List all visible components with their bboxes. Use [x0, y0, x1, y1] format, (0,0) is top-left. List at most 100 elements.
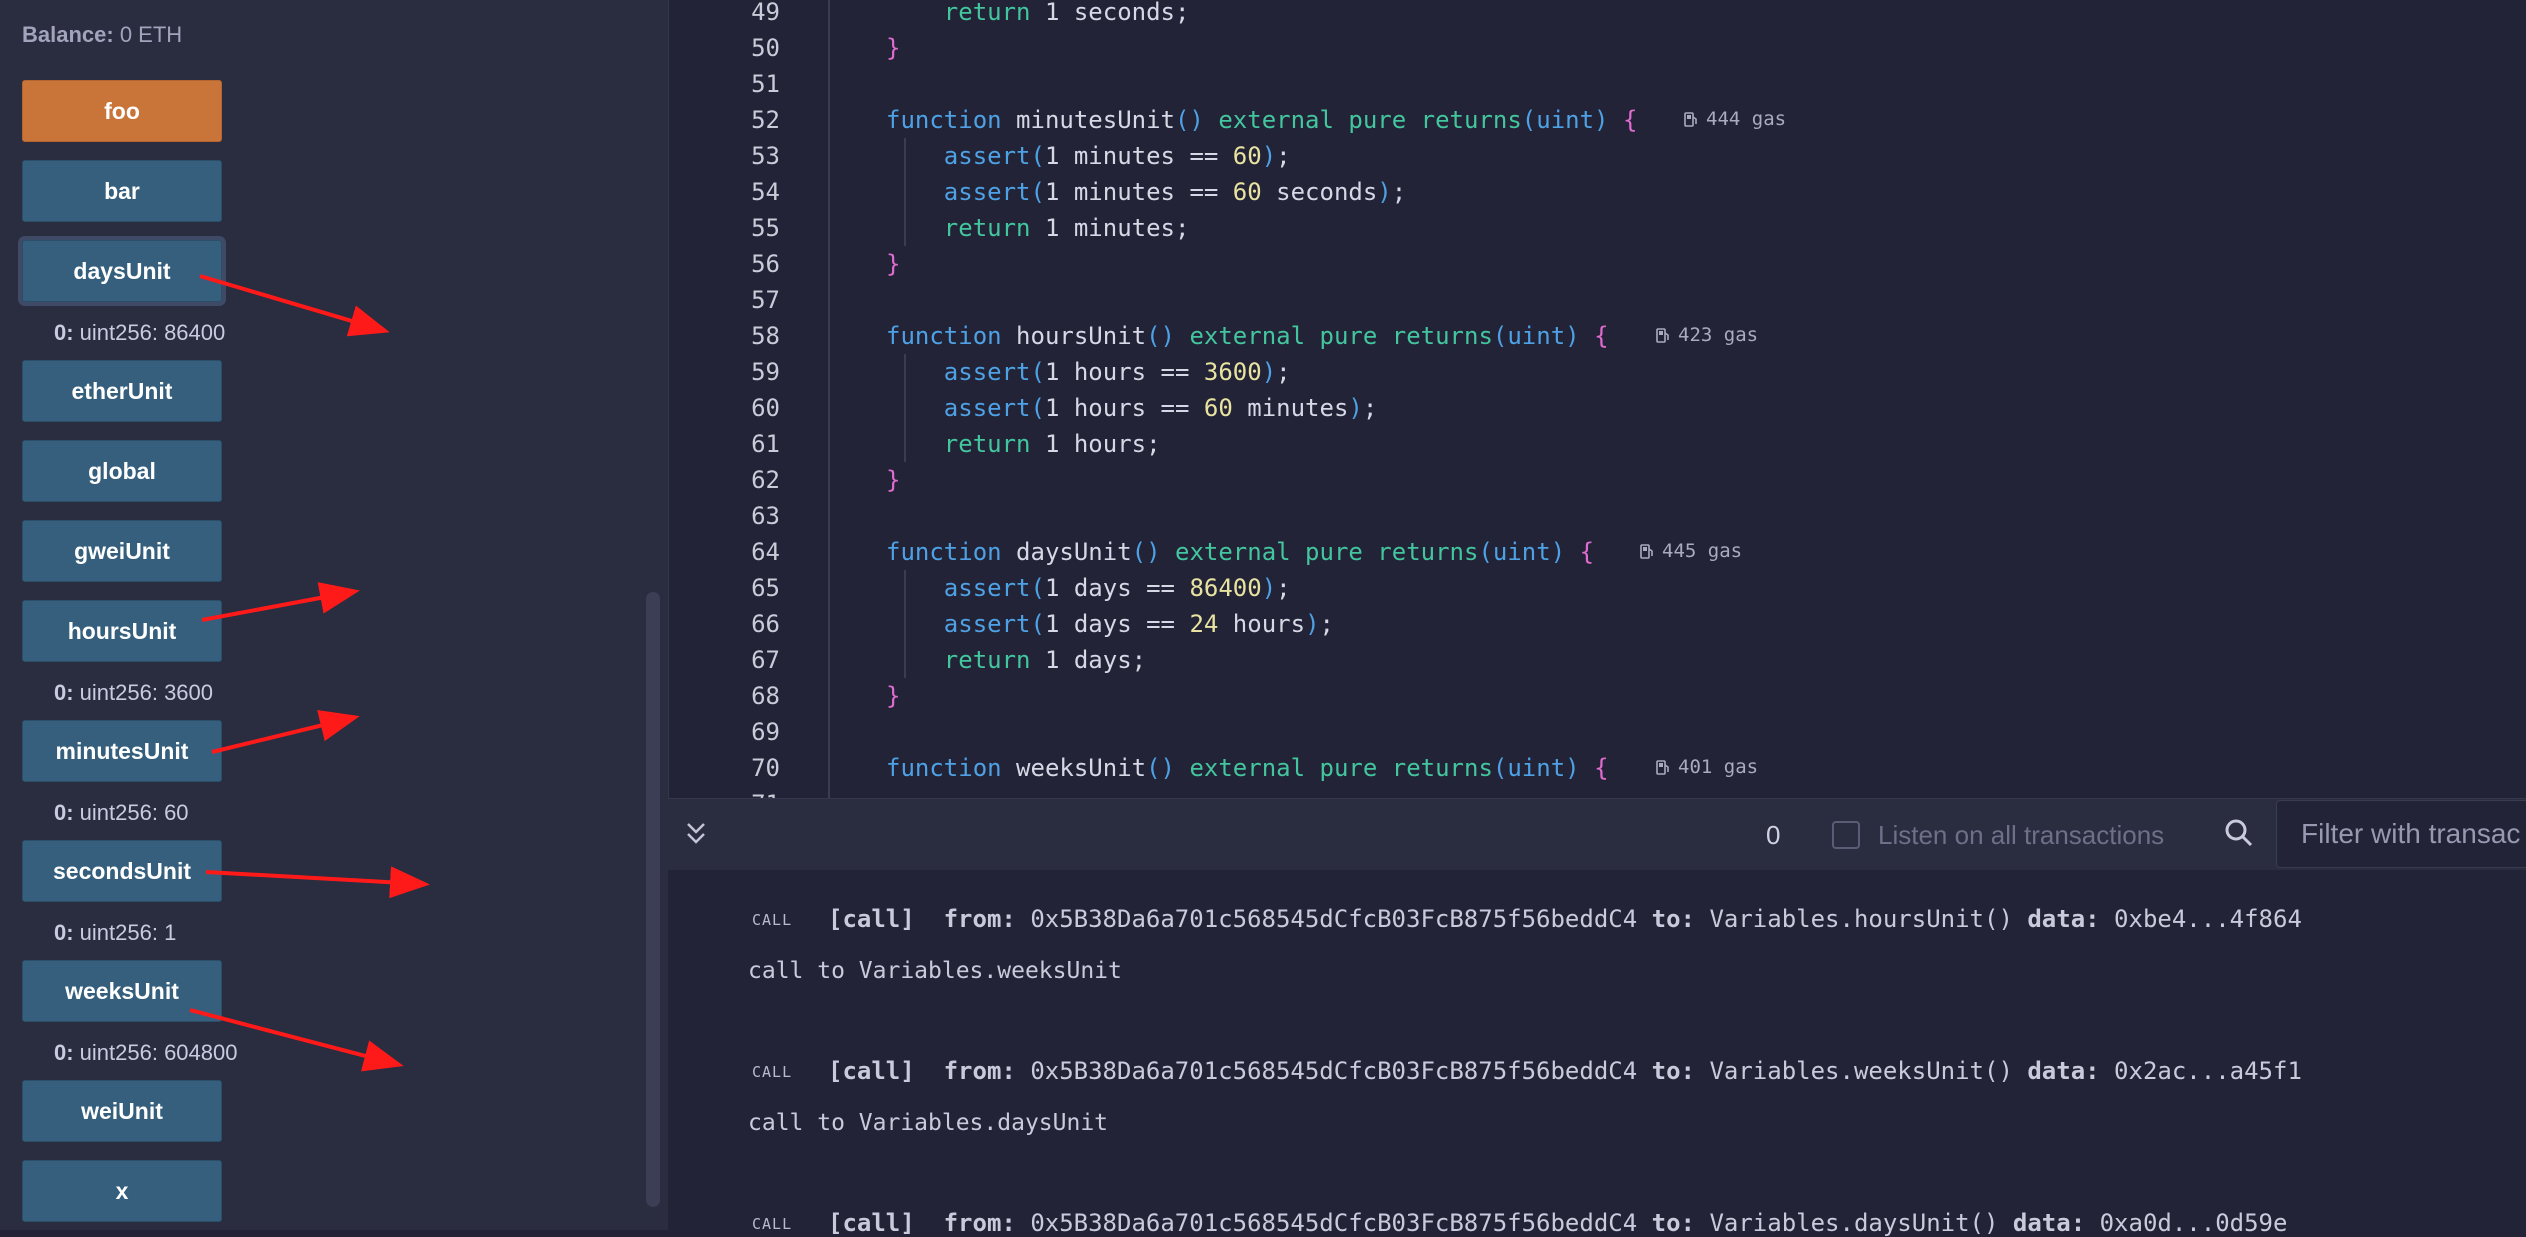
line-number: 71	[710, 786, 780, 798]
call-tag: CALL	[752, 1063, 793, 1081]
call-kind: [call]	[828, 1209, 915, 1237]
function-button-weiUnit[interactable]: weiUnit	[22, 1080, 222, 1142]
code-line: assert(1 hours == 60 minutes);	[943, 394, 1378, 422]
function-button-foo[interactable]: foo	[22, 80, 222, 142]
search-icon[interactable]	[2224, 818, 2254, 848]
code-line: }	[886, 250, 901, 278]
gas-estimate: 401 gas	[1656, 756, 1758, 778]
data-value: 0x2ac...a45f1	[2114, 1057, 2302, 1085]
to-function: Variables.hoursUnit()	[1709, 905, 2013, 933]
output-key: 0:	[54, 920, 74, 945]
line-number: 64	[751, 538, 780, 566]
gas-value: 444 gas	[1706, 108, 1787, 130]
line-number: 63	[751, 502, 780, 530]
code-line: return 1 hours;	[943, 430, 1161, 458]
output-weeksUnit: 0: uint256: 604800	[54, 1040, 238, 1066]
call-kind: [call]	[828, 905, 915, 933]
output-key: 0:	[54, 320, 74, 345]
function-button-minutesUnit[interactable]: minutesUnit	[22, 720, 222, 782]
line-number: 57	[751, 286, 780, 314]
code-line: }	[886, 682, 901, 710]
to-function: Variables.weeksUnit()	[1709, 1057, 2013, 1085]
log-entry[interactable]: [call] from: 0x5B38Da6a701c568545dCfcB03…	[828, 1057, 2302, 1085]
log-entry[interactable]: [call] from: 0x5B38Da6a701c568545dCfcB03…	[828, 905, 2302, 933]
line-number: 50	[751, 34, 780, 62]
output-key: 0:	[54, 1040, 74, 1065]
output-key: 0:	[54, 680, 74, 705]
line-number: 65	[751, 574, 780, 602]
function-button-secondsUnit[interactable]: secondsUnit	[22, 840, 222, 902]
code-line: assert(1 hours == 3600);	[943, 358, 1291, 386]
data-value: 0xa0d...0d59e	[2099, 1209, 2288, 1237]
from-address: 0x5B38Da6a701c568545dCfcB03FcB875f56bedd…	[1030, 1209, 1638, 1237]
data-label: data:	[2012, 1209, 2086, 1237]
balance-value: 0 ETH	[113, 22, 183, 47]
code-line: assert(1 minutes == 60);	[943, 142, 1291, 170]
gas-value: 423 gas	[1678, 324, 1759, 346]
log-entry[interactable]: [call] from: 0x5B38Da6a701c568545dCfcB03…	[828, 1209, 2287, 1237]
code-line: }	[886, 34, 901, 62]
output-value: uint256: 86400	[73, 320, 226, 345]
line-number: 55	[751, 214, 780, 242]
line-number: 51	[751, 70, 780, 98]
gas-estimate: 423 gas	[1656, 324, 1758, 346]
panel-scroll-track	[620, 0, 668, 1230]
output-key: 0:	[54, 800, 74, 825]
code-line: assert(1 minutes == 60 seconds);	[943, 178, 1407, 206]
listen-checkbox[interactable]	[1832, 821, 1860, 849]
code-line: return 1 days;	[943, 646, 1147, 674]
output-value: uint256: 604800	[73, 1040, 238, 1065]
gas-pump-icon	[1684, 112, 1697, 127]
line-number: 70	[751, 754, 780, 782]
line-number: 56	[751, 250, 780, 278]
to-label: to:	[1651, 1057, 1695, 1085]
line-number: 54	[751, 178, 780, 206]
call-tag: CALL	[752, 1215, 793, 1233]
code-line: function minutesUnit() external pure ret…	[886, 106, 1638, 134]
function-button-weeksUnit[interactable]: weeksUnit	[22, 960, 222, 1022]
from-label: from:	[943, 1209, 1016, 1237]
gas-value: 445 gas	[1662, 540, 1743, 562]
output-daysUnit: 0: uint256: 86400	[54, 320, 225, 346]
gas-pump-icon	[1656, 328, 1669, 343]
line-number: 67	[751, 646, 780, 674]
call-tag: CALL	[752, 911, 793, 929]
to-function: Variables.daysUnit()	[1709, 1209, 1999, 1237]
function-button-x[interactable]: x	[22, 1160, 222, 1222]
function-button-etherUnit[interactable]: etherUnit	[22, 360, 222, 422]
balance: Balance: 0 ETH	[22, 22, 182, 48]
from-label: from:	[943, 905, 1016, 933]
code-line: }	[886, 466, 901, 494]
from-address: 0x5B38Da6a701c568545dCfcB03FcB875f56bedd…	[1030, 905, 1638, 933]
line-number: 62	[751, 466, 780, 494]
from-address: 0x5B38Da6a701c568545dCfcB03FcB875f56bedd…	[1030, 1057, 1638, 1085]
gas-estimate: 444 gas	[1684, 108, 1786, 130]
line-number: 68	[751, 682, 780, 710]
gutter-divider	[828, 0, 830, 798]
function-button-bar[interactable]: bar	[22, 160, 222, 222]
call-kind: [call]	[828, 1057, 915, 1085]
code-line: function weeksUnit() external pure retur…	[886, 754, 1609, 782]
code-line: return 1 minutes;	[943, 214, 1190, 242]
line-number: 60	[751, 394, 780, 422]
function-button-gweiUnit[interactable]: gweiUnit	[22, 520, 222, 582]
log-subtext: call to Variables.daysUnit	[748, 1110, 1109, 1136]
line-number: 69	[751, 718, 780, 746]
line-number: 52	[751, 106, 780, 134]
gas-pump-icon	[1640, 544, 1653, 559]
code-line: assert(1 days == 24 hours);	[943, 610, 1334, 638]
data-label: data:	[2027, 905, 2100, 933]
panel-scrollbar[interactable]	[646, 592, 660, 1207]
function-button-daysUnit[interactable]: daysUnit	[22, 240, 222, 302]
line-number: 59	[751, 358, 780, 386]
filter-transactions-input[interactable]	[2276, 800, 2526, 868]
to-label: to:	[1651, 905, 1695, 933]
output-secondsUnit: 0: uint256: 1	[54, 920, 176, 946]
output-value: uint256: 3600	[73, 680, 214, 705]
listen-label: Listen on all transactions	[1878, 820, 2165, 850]
function-button-hoursUnit[interactable]: hoursUnit	[22, 600, 222, 662]
collapse-terminal-icon[interactable]	[684, 818, 708, 848]
function-button-global[interactable]: global	[22, 440, 222, 502]
gas-value: 401 gas	[1678, 756, 1759, 778]
code-line: function daysUnit() external pure return…	[886, 538, 1595, 566]
